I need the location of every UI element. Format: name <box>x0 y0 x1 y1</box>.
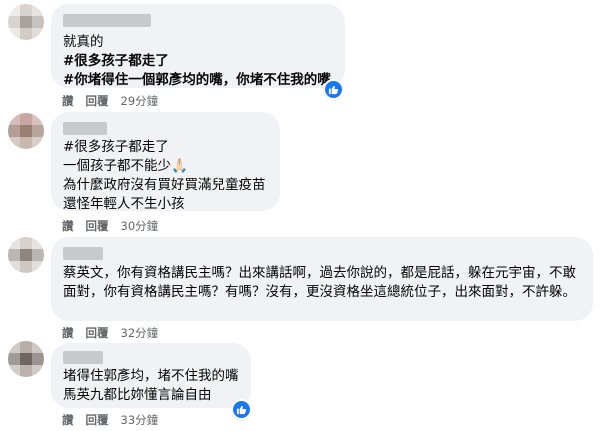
like-reaction-icon[interactable] <box>233 401 250 418</box>
avatar[interactable] <box>8 113 44 149</box>
reply-button[interactable]: 回覆 <box>86 412 109 428</box>
comment-line: 還怪年輕人不生小孩 <box>63 196 185 212</box>
comment-text: 蔡英文，你有資格講民主嗎？出來講話啊，過去你說的，都是屁話，躲在元宇宙，不敢面對… <box>63 265 576 300</box>
timestamp[interactable]: 29分鐘 <box>121 93 159 109</box>
like-button[interactable]: 讚 <box>62 412 74 428</box>
comment-line: #很多孩子都走了 <box>63 53 169 69</box>
like-button[interactable]: 讚 <box>62 218 74 234</box>
comment-line: 就真的 <box>63 34 104 50</box>
timestamp[interactable]: 32分鐘 <box>121 325 159 341</box>
comment-bubble: #很多孩子都走了 一個孩子都不能少🙏🏻 為什麼政府沒有買好買滿兒童疫苗 還怪年輕… <box>51 112 280 212</box>
like-button[interactable]: 讚 <box>62 325 74 341</box>
comment-bubble: 堵得住郭彥均，堵不住我的嘴 馬英九都比妳懂言論自由 <box>51 343 251 408</box>
comment-actions: 讚 回覆 29分鐘 <box>62 93 158 109</box>
author-name-blurred[interactable] <box>63 247 103 260</box>
comment-line: 為什麼政府沒有買好買滿兒童疫苗 <box>63 177 266 193</box>
author-name-blurred[interactable] <box>63 122 107 135</box>
avatar[interactable] <box>8 4 44 40</box>
avatar[interactable] <box>8 237 44 273</box>
like-reaction-icon[interactable] <box>325 81 342 98</box>
comment-line: 堵得住郭彥均，堵不住我的嘴 <box>63 368 239 384</box>
comment-line: #很多孩子都走了 <box>63 139 169 155</box>
comment-actions: 讚 回覆 33分鐘 <box>62 412 158 428</box>
comment-actions: 讚 回覆 32分鐘 <box>62 325 158 341</box>
reply-button[interactable]: 回覆 <box>86 218 109 234</box>
reply-button[interactable]: 回覆 <box>86 325 109 341</box>
reply-button[interactable]: 回覆 <box>86 93 109 109</box>
author-name-blurred[interactable] <box>63 351 103 364</box>
like-button[interactable]: 讚 <box>62 93 74 109</box>
comment-bubble: 蔡英文，你有資格講民主嗎？出來講話啊，過去你說的，都是屁話，躲在元宇宙，不敢面對… <box>51 237 593 321</box>
comment-bubble: 就真的 #很多孩子都走了 #你堵得住一個郭彥均的嘴，你堵不住我的嘴 <box>51 4 345 88</box>
comment-line: 一個孩子都不能少🙏🏻 <box>63 158 188 174</box>
author-name-blurred[interactable] <box>63 14 151 27</box>
timestamp[interactable]: 30分鐘 <box>121 218 159 234</box>
comment-line: #你堵得住一個郭彥均的嘴，你堵不住我的嘴 <box>63 72 331 88</box>
timestamp[interactable]: 33分鐘 <box>121 412 159 428</box>
comment-actions: 讚 回覆 30分鐘 <box>62 218 158 234</box>
avatar[interactable] <box>8 341 44 377</box>
comment-line: 馬英九都比妳懂言論自由 <box>63 387 212 403</box>
